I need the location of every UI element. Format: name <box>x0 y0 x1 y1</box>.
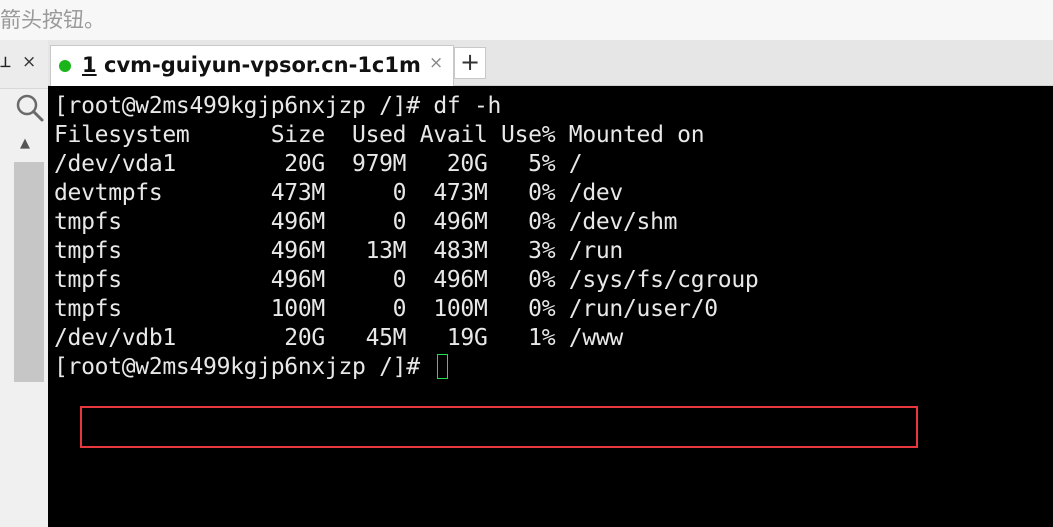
df-row: tmpfs 496M 0 496M 0% /dev/shm <box>54 209 678 235</box>
tab-number: 1 <box>82 53 97 77</box>
terminal-cursor <box>437 354 449 379</box>
top-caption-strip: 箭头按钮。 <box>0 0 1053 40</box>
session-tab-bar: 1 cvm-guiyun-vpsor.cn-1c1m × + <box>48 40 1053 86</box>
terminal-command-line: [root@w2ms499kgjp6nxjzp /]# df -h <box>54 93 502 119</box>
terminal-output: [root@w2ms499kgjp6nxjzp /]# df -h Filesy… <box>54 92 759 382</box>
df-row: tmpfs 496M 13M 483M 3% /run <box>54 238 623 264</box>
caption-text: 箭头按钮。 <box>0 8 105 32</box>
tab-title: cvm-guiyun-vpsor.cn-1c1m <box>104 53 421 77</box>
df-header-line: Filesystem Size Used Avail Use% Mounted … <box>54 122 705 148</box>
df-row: devtmpfs 473M 0 473M 0% /dev <box>54 180 623 206</box>
left-panel-header: ⊣ × <box>0 40 48 89</box>
terminal-screen[interactable]: [root@w2ms499kgjp6nxjzp /]# df -h Filesy… <box>48 86 1053 527</box>
connection-status-dot <box>59 60 71 72</box>
pin-icon[interactable]: ⊣ <box>0 56 12 69</box>
df-row: tmpfs 100M 0 100M 0% /run/user/0 <box>54 296 718 322</box>
terminal-prompt: [root@w2ms499kgjp6nxjzp /]# <box>54 354 434 380</box>
scroll-up-arrow-icon[interactable]: ▲ <box>20 136 30 151</box>
vertical-scrollbar[interactable]: ▲ <box>12 132 44 527</box>
df-row: /dev/vda1 20G 979M 20G 5% / <box>54 151 583 177</box>
terminal-prompt-line[interactable]: [root@w2ms499kgjp6nxjzp /]# <box>54 353 758 382</box>
df-row: tmpfs 496M 0 496M 0% /sys/fs/cgroup <box>54 267 759 293</box>
panel-close-button[interactable]: × <box>22 52 36 72</box>
search-icon[interactable] <box>14 92 46 124</box>
session-tab[interactable]: 1 cvm-guiyun-vpsor.cn-1c1m × <box>50 45 454 86</box>
tab-close-button[interactable]: × <box>429 53 443 73</box>
new-tab-button[interactable]: + <box>454 47 486 79</box>
scroll-thumb[interactable] <box>14 162 44 382</box>
df-row-highlighted: /dev/vdb1 20G 45M 19G 1% /www <box>54 325 623 351</box>
left-dock-panel: ⊣ × ▲ <box>0 40 48 527</box>
highlight-annotation-box <box>80 406 918 448</box>
